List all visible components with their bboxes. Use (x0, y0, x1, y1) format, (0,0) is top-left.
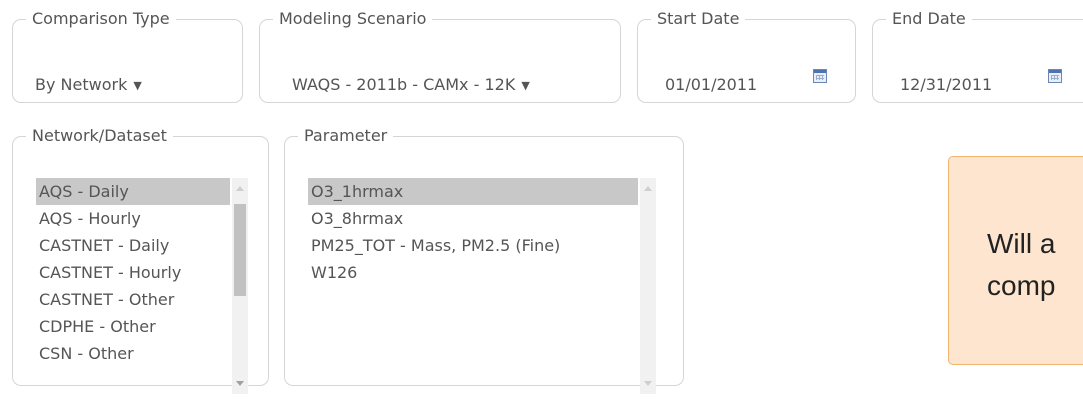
modeling-scenario-legend: Modeling Scenario (279, 9, 427, 28)
list-item[interactable]: O3_8hrmax (308, 205, 638, 232)
dropdown-arrow-icon: ▼ (133, 79, 142, 92)
scroll-up-arrow-icon[interactable] (644, 186, 652, 191)
network-dataset-listbox[interactable]: AQS - Daily AQS - Hourly CASTNET - Daily CA… (36, 178, 249, 394)
list-item[interactable]: CSN - Other (36, 340, 230, 367)
start-date-group: Start Date 01/01/2011 (637, 11, 856, 103)
modeling-scenario-value: WAQS - 2011b - CAMx - 12K (292, 75, 516, 94)
network-scrollbar[interactable] (232, 178, 248, 394)
list-item[interactable]: AQS - Daily (36, 178, 230, 205)
scroll-up-arrow-icon[interactable] (236, 186, 244, 191)
parameter-legend: Parameter (304, 126, 388, 145)
list-item[interactable]: CASTNET - Daily (36, 232, 230, 259)
end-date-group: End Date 12/31/2011 (872, 11, 1083, 103)
network-dataset-legend: Network/Dataset (32, 126, 167, 145)
list-item[interactable]: CASTNET - Other (36, 286, 230, 313)
end-date-legend: End Date (892, 9, 966, 28)
scroll-down-arrow-icon[interactable] (644, 381, 652, 386)
list-item[interactable]: PM25_TOT - Mass, PM2.5 (Fine) (308, 232, 638, 259)
network-dataset-group: Network/Dataset AQS - Daily AQS - Hourly C… (12, 126, 269, 394)
list-item[interactable]: CDPHE - Other (36, 313, 230, 340)
list-item[interactable]: AQS - Hourly (36, 205, 230, 232)
parameter-group: Parameter O3_1hrmax O3_8hrmax PM25_TOT - M… (284, 126, 684, 394)
start-date-input[interactable]: 01/01/2011 (665, 75, 757, 94)
note-text: Will a comp (987, 223, 1055, 307)
scrollbar-thumb[interactable] (234, 204, 246, 296)
scroll-down-arrow-icon[interactable] (236, 381, 244, 386)
list-item[interactable]: O3_1hrmax (308, 178, 638, 205)
list-item[interactable]: CASTNET - Hourly (36, 259, 230, 286)
list-item[interactable]: W126 (308, 259, 638, 286)
end-date-input[interactable]: 12/31/2011 (900, 75, 992, 94)
parameter-listbox[interactable]: O3_1hrmax O3_8hrmax PM25_TOT - Mass, PM2.5… (308, 178, 658, 394)
comparison-type-select[interactable]: By Network ▼ (35, 75, 142, 94)
note-line-1: Will a (987, 228, 1056, 259)
note-callout: Will a comp (948, 156, 1083, 365)
modeling-scenario-select[interactable]: WAQS - 2011b - CAMx - 12K ▼ (292, 75, 530, 94)
calendar-icon[interactable] (813, 69, 827, 83)
modeling-scenario-group: Modeling Scenario WAQS - 2011b - CAMx - … (259, 11, 621, 103)
parameter-scrollbar[interactable] (640, 178, 656, 394)
calendar-icon[interactable] (1048, 69, 1062, 83)
comparison-type-legend: Comparison Type (32, 9, 170, 28)
comparison-type-value: By Network (35, 75, 128, 94)
dropdown-arrow-icon: ▼ (521, 79, 530, 92)
start-date-legend: Start Date (657, 9, 740, 28)
comparison-type-group: Comparison Type By Network ▼ (12, 11, 243, 103)
note-line-2: comp (987, 270, 1056, 301)
